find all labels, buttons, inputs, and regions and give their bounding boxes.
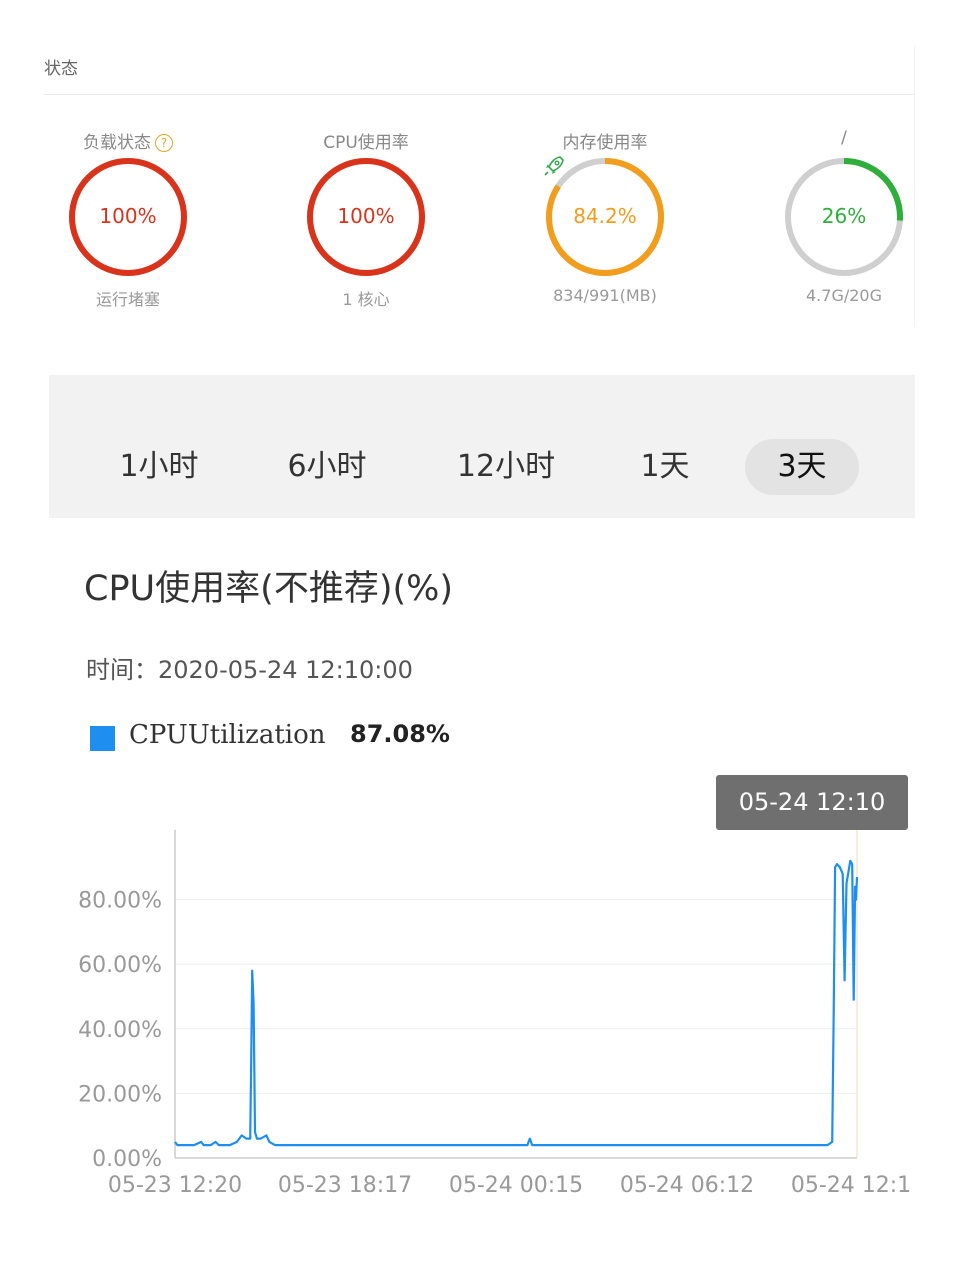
x-tick-label: 05-23 12:20 [108, 1173, 242, 1198]
gauge-label-text: 内存使用率 [562, 133, 648, 153]
tab-6-hours[interactable]: 6小时 [279, 439, 375, 495]
gauge-2: CPU使用率 100% 1 核心 [276, 124, 456, 314]
tab-1-hour[interactable]: 1小时 [111, 439, 207, 495]
rocket-icon [544, 156, 564, 176]
gauge-label: CPU使用率 [276, 128, 456, 153]
gauge-4: / 26% 4.7G/20G [754, 124, 934, 314]
gauge-label-text: / [841, 128, 847, 148]
legend-series-name: CPUUtilization [129, 720, 326, 750]
x-tick-label: 05-23 18:17 [278, 1173, 412, 1198]
gauge-value: 26% [821, 204, 867, 228]
gauge-subtext: 834/991(MB) [553, 286, 657, 305]
y-tick-label: 60.00% [78, 953, 162, 978]
gauge-value: 84.2% [573, 204, 637, 228]
chart-title: CPU使用率(不推荐)(%) [84, 569, 454, 609]
y-tick-label: 40.00% [78, 1018, 162, 1043]
gauge-value: 100% [99, 204, 157, 228]
y-tick-label: 0.00% [92, 1147, 162, 1172]
series-line-cpuutilization [174, 859, 859, 1147]
status-title: 状态 [44, 59, 78, 79]
gauge-1: 负载状态? 100% 运行堵塞 [38, 124, 218, 314]
time-label: 时间： [86, 656, 158, 684]
gauge-label-text: 负载状态 [83, 133, 151, 153]
status-divider [44, 94, 915, 95]
gauge-subtext: 4.7G/20G [806, 286, 882, 305]
tab-12-hours[interactable]: 12小时 [451, 439, 561, 495]
help-icon[interactable]: ? [155, 134, 173, 152]
gauge-3: 内存使用率 84.2% 834/991(MB) [515, 124, 695, 314]
legend-series-value: 87.08% [350, 720, 450, 748]
y-tick-label: 20.00% [78, 1082, 162, 1107]
gauge-subtext: 运行堵塞 [95, 290, 160, 309]
x-tick-label: 05-24 00:15 [449, 1173, 583, 1198]
y-tick-label: 80.00% [78, 889, 162, 914]
tab-1-day[interactable]: 1天 [633, 439, 697, 495]
time-range-tabs: 1小时 6小时 12小时 1天 3天 [49, 375, 915, 518]
gauge-subtext: 1 核心 [342, 290, 390, 309]
gauge-label: 负载状态? [38, 128, 218, 153]
x-tick-label: 05-24 12:1 [791, 1173, 911, 1198]
gauge-label: / [754, 128, 934, 148]
gauge-value: 100% [337, 204, 395, 228]
gauge-label-text: CPU使用率 [323, 133, 409, 153]
tab-3-days[interactable]: 3天 [745, 439, 859, 495]
cpu-line-chart[interactable]: 0.00% 20.00% 40.00% 60.00% 80.00% 05-23 12:20… [0, 820, 960, 1220]
time-value: 2020-05-24 12:10:00 [158, 656, 413, 684]
status-card: 状态 负载状态? 100% 运行堵塞 CPU使用率 100% 1 核心 内存使用率 84.2%… [44, 46, 915, 326]
x-tick-label: 05-24 06:12 [620, 1173, 754, 1198]
time-readout: 时间：2020-05-24 12:10:00 [86, 650, 413, 685]
gauge-label: 内存使用率 [515, 128, 695, 153]
legend-swatch [90, 726, 115, 751]
